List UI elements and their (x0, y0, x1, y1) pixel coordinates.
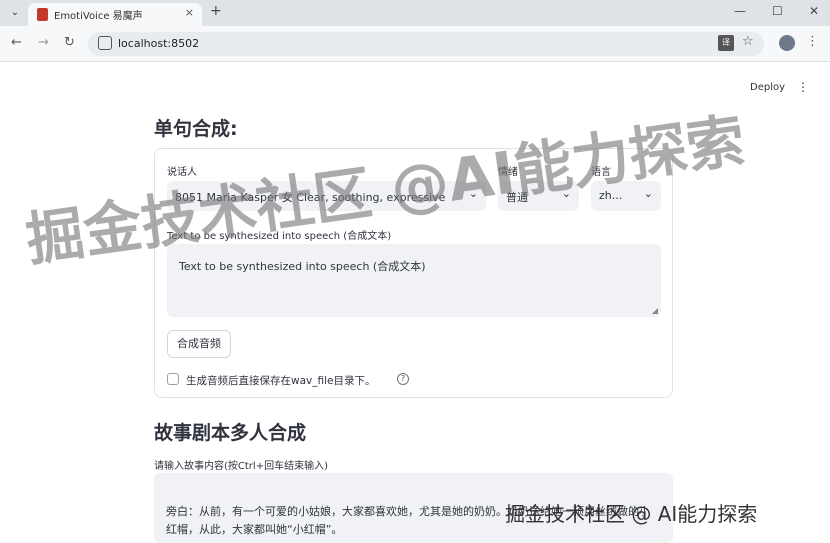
story-synthesis-heading: 故事剧本多人合成 (154, 422, 307, 444)
favicon-icon (37, 8, 48, 21)
bookmark-star-icon[interactable]: ☆ (742, 34, 754, 49)
save-wav-checkbox[interactable] (167, 373, 179, 385)
minimize-button[interactable]: — (734, 4, 746, 18)
forward-arrow-icon[interactable]: → (38, 35, 49, 50)
save-wav-checkbox-label: 生成音频后直接保存在wav_file目录下。 (186, 375, 376, 387)
synthesize-button[interactable]: 合成音频 (167, 330, 231, 358)
emotion-select-value: 普通 (506, 191, 528, 204)
text-input[interactable]: Text to be synthesized into speech (合成文本… (167, 244, 661, 317)
resize-handle-icon[interactable]: ◢ (652, 306, 658, 315)
speaker-label: 说话人 (167, 167, 197, 178)
tab-title: EmotiVoice 易魔声 (54, 11, 143, 22)
story-input-label: 请输入故事内容(按Ctrl+回车结束输入) (154, 461, 328, 472)
close-window-button[interactable]: ✕ (809, 4, 819, 18)
help-icon[interactable]: ? (397, 373, 409, 385)
reload-icon[interactable]: ↻ (64, 35, 75, 50)
tab-search-chevron-icon[interactable]: ⌄ (6, 4, 24, 22)
url-text[interactable]: localhost:8502 (118, 37, 199, 50)
translate-icon[interactable]: 译 (718, 35, 734, 51)
new-tab-button[interactable]: + (210, 3, 222, 19)
text-input-label: Text to be synthesized into speech (合成文本… (167, 231, 392, 242)
profile-avatar-icon[interactable] (779, 35, 795, 51)
browser-menu-icon[interactable]: ⋮ (806, 34, 819, 49)
chevron-down-icon: ⌄ (643, 187, 653, 200)
text-input-value: Text to be synthesized into speech (合成文本… (179, 260, 426, 273)
site-info-icon[interactable] (98, 36, 112, 50)
speaker-select[interactable]: 8051 Maria Kasper 女 Clear, soothing, exp… (167, 181, 486, 211)
chevron-down-icon: ⌄ (561, 187, 571, 200)
browser-toolbar: ← → ↻ localhost:8502 译 ☆ ⋮ (0, 26, 830, 62)
emotion-label: 情绪 (498, 167, 518, 178)
back-arrow-icon[interactable]: ← (11, 35, 22, 50)
emotion-select[interactable]: 普通 ⌄ (498, 181, 579, 211)
app-menu-icon[interactable]: ⋮ (797, 80, 809, 94)
chevron-down-icon: ⌄ (468, 187, 478, 200)
browser-tab-strip: ⌄ EmotiVoice 易魔声 × + — ☐ ✕ (0, 0, 830, 26)
single-synthesis-heading: 单句合成: (154, 118, 238, 140)
close-tab-icon[interactable]: × (185, 6, 194, 19)
language-select-value: zh... (599, 189, 623, 202)
language-label: 语言 (591, 167, 611, 178)
language-select[interactable]: zh... ⌄ (591, 181, 661, 211)
maximize-button[interactable]: ☐ (772, 4, 783, 18)
speaker-select-value: 8051 Maria Kasper 女 Clear, soothing, exp… (175, 191, 446, 204)
browser-tab[interactable]: EmotiVoice 易魔声 × (28, 3, 202, 26)
corner-watermark: 掘金技术社区 @ AI能力探索 (505, 502, 758, 526)
address-bar[interactable]: localhost:8502 译 ☆ (88, 32, 764, 56)
deploy-button[interactable]: Deploy (750, 82, 785, 93)
